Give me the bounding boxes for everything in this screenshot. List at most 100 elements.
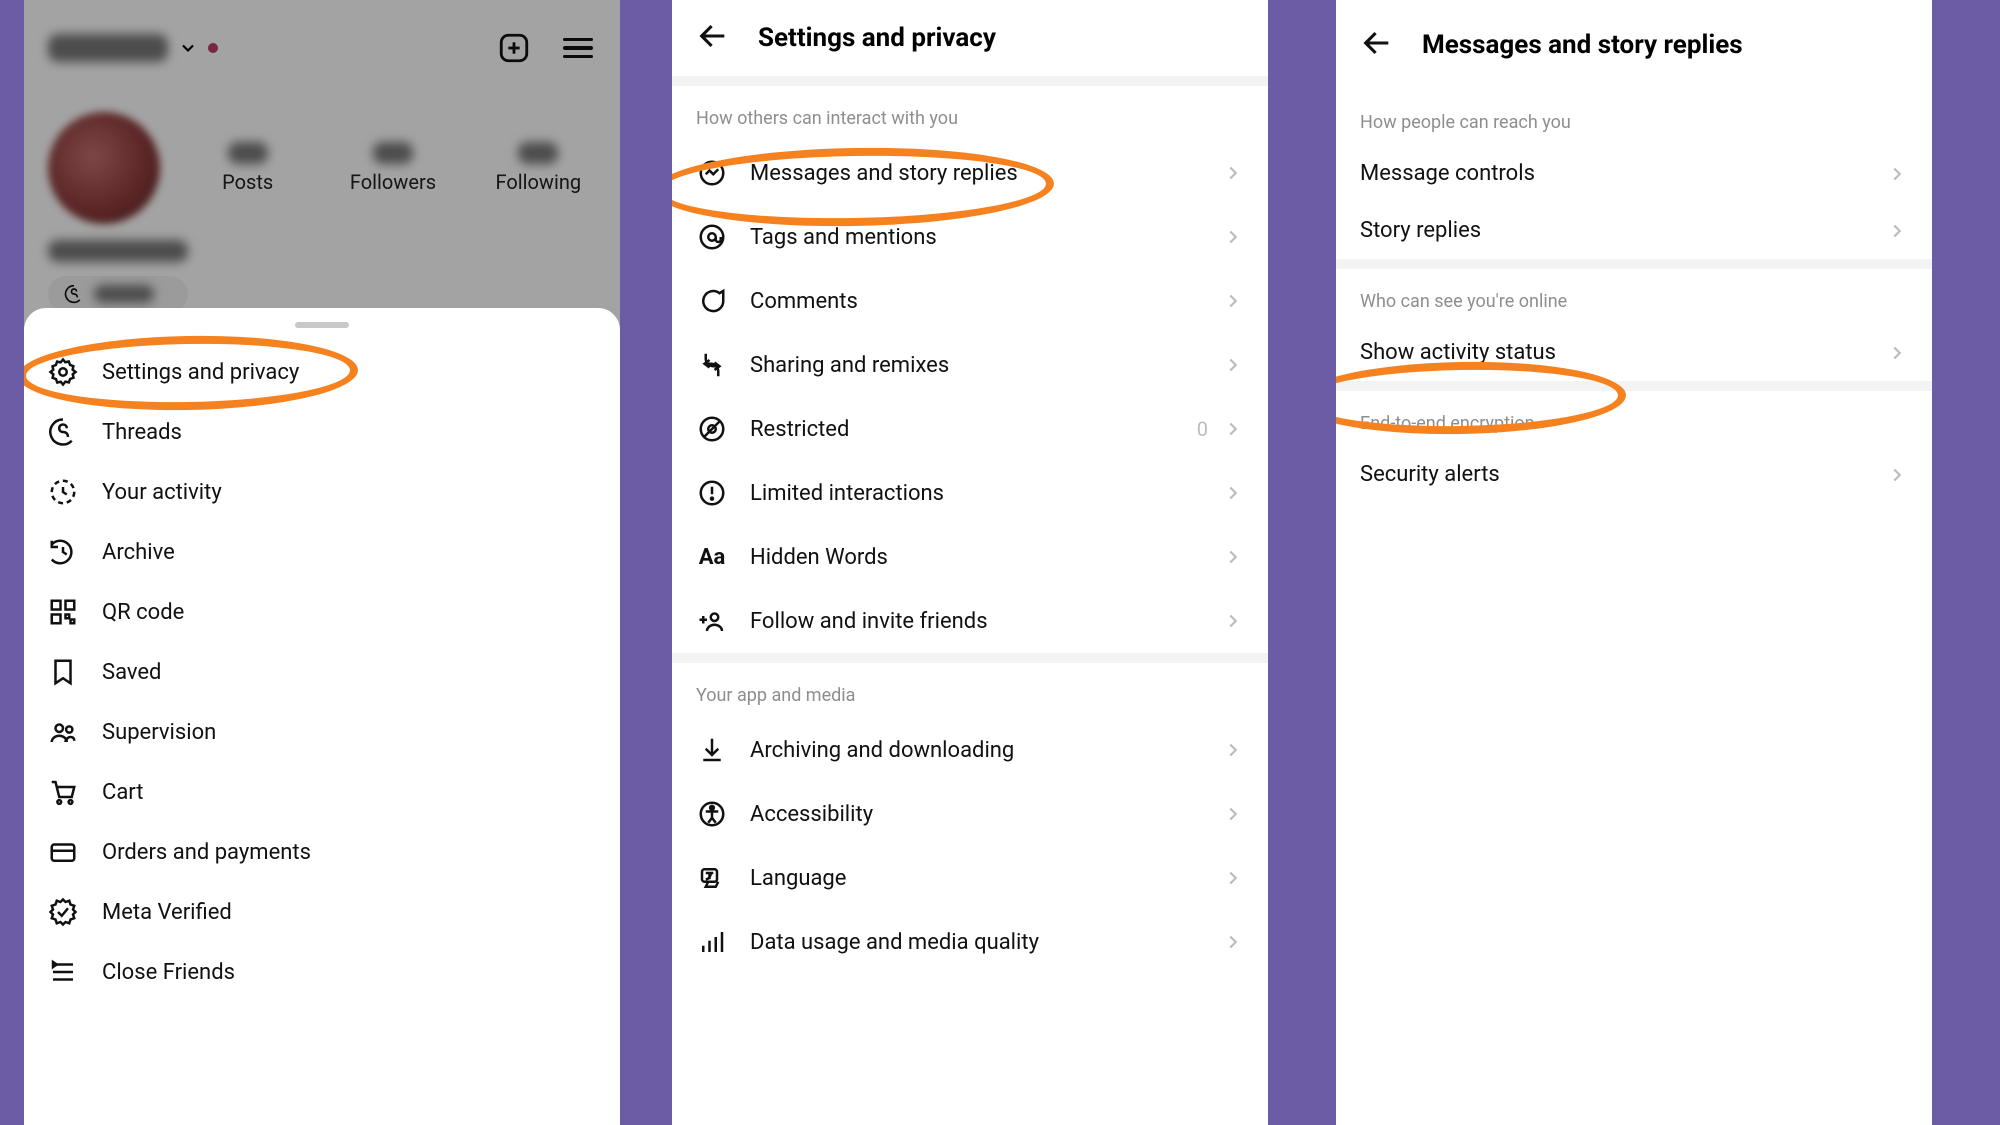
chevron-right-icon [1886, 163, 1908, 185]
restricted-icon [696, 413, 728, 445]
messages-title: Messages and story replies [1422, 30, 1743, 60]
menu-item-label: Your activity [102, 480, 222, 505]
bottom-sheet: Settings and privacy Threads Your activi… [24, 308, 620, 1125]
phone-messages-replies: Messages and story replies How people ca… [1336, 0, 1932, 1125]
chevron-right-icon: 0 [1197, 417, 1244, 441]
row-comments[interactable]: Comments [672, 269, 1268, 333]
chevron-right-icon [1222, 931, 1244, 953]
menu-item-cart[interactable]: Cart [24, 762, 620, 822]
chevron-right-icon [1222, 610, 1244, 632]
chevron-right-icon [1222, 803, 1244, 825]
addperson-icon [696, 605, 728, 637]
row-securityalerts[interactable]: Security alerts [1336, 446, 1932, 503]
menu-item-label: Cart [102, 780, 143, 805]
section-online: Who can see you're online [1336, 269, 1932, 324]
row-language[interactable]: Language [672, 846, 1268, 910]
menu-item-label: Settings and privacy [102, 360, 299, 385]
row-accessibility[interactable]: Accessibility [672, 782, 1268, 846]
row-label: Data usage and media quality [750, 930, 1039, 955]
qr-icon [48, 597, 78, 627]
exclaim-icon [696, 477, 728, 509]
threads-icon [48, 417, 78, 447]
row-archiving[interactable]: Archiving and downloading [672, 718, 1268, 782]
language-icon [696, 862, 728, 894]
at-icon [696, 221, 728, 253]
chevron-right-icon [1222, 290, 1244, 312]
phone-profile-menu: Posts Followers Following Setting [24, 0, 620, 1125]
row-data[interactable]: Data usage and media quality [672, 910, 1268, 974]
row-messages[interactable]: Messages and story replies [672, 141, 1268, 205]
back-button[interactable] [1360, 26, 1394, 64]
section-app-media: Your app and media [672, 663, 1268, 718]
row-sharing[interactable]: Sharing and remixes [672, 333, 1268, 397]
row-hidden[interactable]: Aa Hidden Words [672, 525, 1268, 589]
cart-icon [48, 777, 78, 807]
row-restricted[interactable]: Restricted 0 [672, 397, 1268, 461]
menu-item-threads[interactable]: Threads [24, 402, 620, 462]
row-tags[interactable]: Tags and mentions [672, 205, 1268, 269]
menu-item-label: Meta Verified [102, 900, 232, 925]
menu-item-label: Supervision [102, 720, 216, 745]
aa-icon: Aa [696, 541, 728, 573]
row-label: Comments [750, 289, 858, 314]
accessibility-icon [696, 798, 728, 830]
chevron-right-icon [1222, 546, 1244, 568]
row-storyreplies[interactable]: Story replies [1336, 202, 1932, 259]
verified-icon [48, 897, 78, 927]
section-how-others: How others can interact with you [672, 86, 1268, 141]
row-msgcontrols[interactable]: Message controls [1336, 145, 1932, 202]
menu-item-label: Saved [102, 660, 161, 685]
menu-item-closefriends[interactable]: Close Friends [24, 942, 620, 1002]
row-label: Sharing and remixes [750, 353, 949, 378]
archive-icon [48, 537, 78, 567]
menu-item-supervision[interactable]: Supervision [24, 702, 620, 762]
sheet-grabber[interactable] [295, 322, 349, 328]
section-reach-you: How people can reach you [1336, 90, 1932, 145]
chevron-right-icon [1886, 220, 1908, 242]
row-label: Story replies [1360, 218, 1481, 243]
row-label: Hidden Words [750, 545, 888, 570]
menu-item-archive[interactable]: Archive [24, 522, 620, 582]
messenger-icon [696, 157, 728, 189]
settings-title: Settings and privacy [758, 23, 996, 53]
bars-icon [696, 926, 728, 958]
row-limited[interactable]: Limited interactions [672, 461, 1268, 525]
row-follow[interactable]: Follow and invite friends [672, 589, 1268, 653]
chevron-right-icon [1222, 482, 1244, 504]
row-label: Show activity status [1360, 340, 1556, 365]
menu-item-label: QR code [102, 600, 184, 625]
messages-header: Messages and story replies [1336, 0, 1932, 90]
menu-item-label: Orders and payments [102, 840, 311, 865]
menu-item-saved[interactable]: Saved [24, 642, 620, 702]
row-label: Tags and mentions [750, 225, 937, 250]
menu-item-verified[interactable]: Meta Verified [24, 882, 620, 942]
comment-icon [696, 285, 728, 317]
closefriends-icon [48, 957, 78, 987]
chevron-right-icon [1222, 867, 1244, 889]
row-label: Restricted [750, 417, 849, 442]
download-icon [696, 734, 728, 766]
menu-item-settings[interactable]: Settings and privacy [24, 342, 620, 402]
row-label: Messages and story replies [750, 161, 1018, 186]
settings-header: Settings and privacy [672, 0, 1268, 76]
row-label: Follow and invite friends [750, 609, 988, 634]
bookmark-icon [48, 657, 78, 687]
chevron-right-icon [1222, 354, 1244, 376]
chevron-right-icon [1222, 226, 1244, 248]
menu-item-label: Close Friends [102, 960, 235, 985]
row-badge: 0 [1197, 417, 1208, 441]
card-icon [48, 837, 78, 867]
chevron-right-icon [1222, 739, 1244, 761]
row-label: Limited interactions [750, 481, 944, 506]
row-label: Message controls [1360, 161, 1535, 186]
menu-item-qr[interactable]: QR code [24, 582, 620, 642]
activity-icon [48, 477, 78, 507]
row-activitystatus[interactable]: Show activity status [1336, 324, 1932, 381]
remix-icon [696, 349, 728, 381]
people-icon [48, 717, 78, 747]
menu-item-orders[interactable]: Orders and payments [24, 822, 620, 882]
back-button[interactable] [696, 19, 730, 57]
chevron-right-icon [1886, 342, 1908, 364]
chevron-right-icon [1886, 464, 1908, 486]
menu-item-activity[interactable]: Your activity [24, 462, 620, 522]
